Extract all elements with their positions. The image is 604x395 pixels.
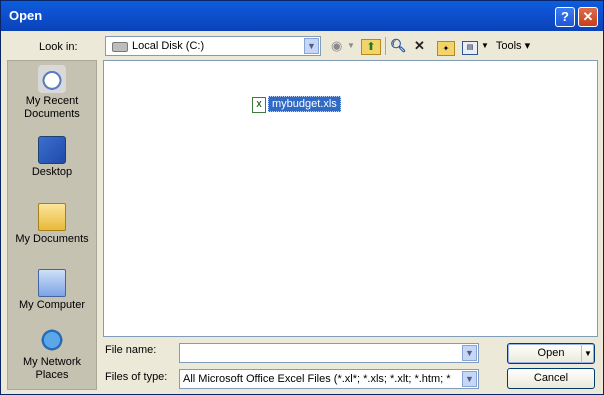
place-my-computer[interactable]: My Computer: [8, 269, 96, 312]
desktop-icon: [38, 136, 66, 164]
new-folder-icon[interactable]: ✦: [437, 41, 455, 56]
tools-label: Tools: [495, 40, 522, 52]
recent-documents-icon: [38, 65, 66, 93]
file-name-label: File name:: [105, 344, 156, 356]
place-label: My Recent Documents: [24, 95, 80, 120]
tools-menu-button[interactable]: Tools ▾: [494, 37, 532, 55]
help-button[interactable]: ?: [555, 7, 575, 27]
drive-icon: [112, 42, 128, 52]
file-name-label-text: File name:: [105, 344, 157, 356]
look-in-value: Local Disk (C:): [132, 40, 205, 52]
place-desktop[interactable]: Desktop: [8, 136, 96, 179]
places-bar: My Recent Documents Desktop My Documents…: [7, 60, 97, 390]
place-my-recent-documents[interactable]: My Recent Documents: [8, 65, 96, 121]
place-label: Desktop: [31, 166, 73, 178]
open-dialog: Open ? ✕ Look in: Local Disk (C:) ▼ ◉ ▼ …: [0, 0, 604, 395]
open-button-label: Open: [537, 347, 565, 359]
place-my-network-places[interactable]: My Network Places: [8, 326, 96, 382]
file-name: mybudget.xls: [268, 96, 341, 112]
title-bar[interactable]: Open ? ✕: [1, 1, 603, 31]
back-dropdown-icon[interactable]: ▼: [347, 37, 355, 55]
dialog-title: Open: [9, 8, 43, 23]
chevron-down-icon[interactable]: ▼: [462, 371, 477, 387]
excel-file-icon: X: [252, 97, 266, 113]
views-icon[interactable]: ▤: [462, 41, 478, 55]
open-button[interactable]: Open ▼: [507, 343, 595, 364]
files-of-type-label: Files of type:: [105, 371, 168, 383]
look-in-label: Look in:: [39, 41, 78, 53]
network-places-icon: [38, 326, 66, 354]
files-of-type-value: All Microsoft Office Excel Files (*.xl*;…: [183, 373, 451, 385]
back-icon[interactable]: ◉: [331, 37, 342, 55]
files-of-type-dropdown[interactable]: All Microsoft Office Excel Files (*.xl*;…: [179, 369, 479, 389]
close-button[interactable]: ✕: [578, 7, 598, 27]
open-dropdown-icon[interactable]: ▼: [581, 344, 594, 363]
chevron-down-icon[interactable]: ▼: [462, 345, 477, 361]
search-web-icon[interactable]: 🔍︎: [390, 37, 407, 55]
up-one-level-icon[interactable]: ⬆: [361, 39, 381, 55]
my-computer-icon: [38, 269, 66, 297]
cancel-button[interactable]: Cancel: [507, 368, 595, 389]
place-my-documents[interactable]: My Documents: [8, 203, 96, 246]
file-list[interactable]: X mybudget.xls: [103, 60, 598, 337]
look-in-dropdown[interactable]: Local Disk (C:) ▼: [105, 36, 321, 56]
place-label: My Documents: [15, 233, 89, 245]
views-dropdown-icon[interactable]: ▼: [481, 37, 489, 55]
file-name-field[interactable]: ▼: [179, 343, 479, 363]
place-label: My Computer: [18, 299, 86, 311]
place-label: My Network Places: [22, 356, 82, 381]
my-documents-icon: [38, 203, 66, 231]
toolbar-separator: [385, 37, 386, 55]
delete-icon[interactable]: ✕: [414, 37, 425, 55]
chevron-down-icon[interactable]: ▼: [304, 38, 319, 54]
